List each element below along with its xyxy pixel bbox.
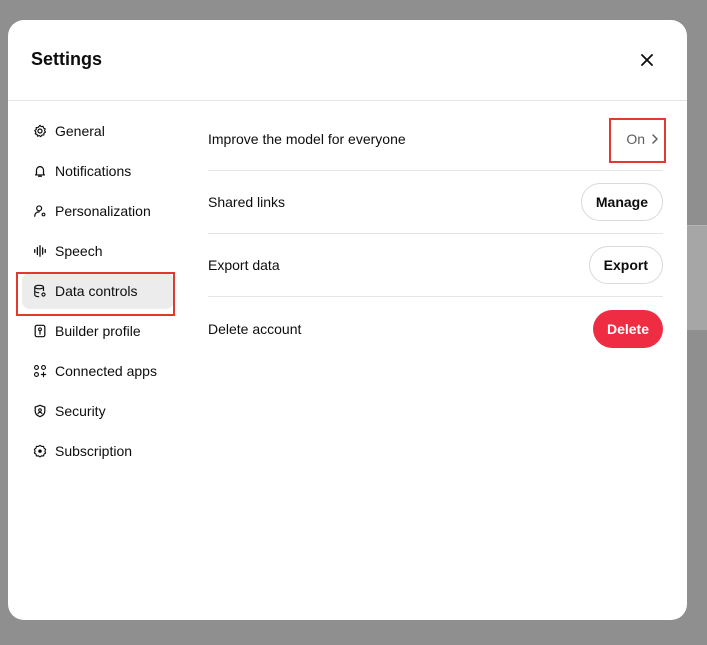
sidebar-item-data-controls[interactable]: Data controls — [22, 273, 174, 309]
apps-grid-icon — [32, 363, 48, 379]
close-button[interactable] — [634, 50, 660, 70]
sidebar-item-label: Connected apps — [55, 363, 157, 379]
sidebar-item-label: Data controls — [55, 283, 138, 299]
sidebar-item-label: Personalization — [55, 203, 151, 219]
improve-model-label: Improve the model for everyone — [208, 131, 406, 147]
close-icon — [641, 54, 653, 66]
sidebar-item-connected-apps[interactable]: Connected apps — [22, 353, 174, 389]
sidebar-item-label: Speech — [55, 243, 103, 259]
shield-icon — [32, 403, 48, 419]
data-controls-panel: Improve the model for everyone On Shared… — [208, 108, 663, 360]
id-card-icon — [32, 323, 48, 339]
sidebar-item-security[interactable]: Security — [22, 393, 174, 429]
export-data-label: Export data — [208, 257, 280, 273]
database-gear-icon — [32, 283, 48, 299]
improve-model-value: On — [626, 131, 645, 147]
waveform-icon — [32, 243, 48, 259]
sidebar-item-builder-profile[interactable]: Builder profile — [22, 313, 174, 349]
sidebar-item-label: Notifications — [55, 163, 132, 179]
export-button[interactable]: Export — [588, 246, 663, 284]
setting-row-improve-model: Improve the model for everyone On — [208, 108, 663, 171]
sidebar-item-personalization[interactable]: Personalization — [22, 193, 174, 229]
person-icon — [32, 203, 48, 219]
improve-model-toggle[interactable]: On — [626, 131, 663, 147]
sidebar-item-speech[interactable]: Speech — [22, 233, 174, 269]
sidebar-item-label: Subscription — [55, 443, 133, 459]
chevron-right-icon — [652, 134, 658, 144]
sidebar-item-label: Builder profile — [55, 323, 141, 339]
dialog-header: Settings — [8, 20, 687, 101]
badge-icon — [32, 443, 48, 459]
setting-row-export-data: Export data Export — [208, 234, 663, 297]
sidebar-item-label: Security — [55, 403, 106, 419]
setting-row-delete-account: Delete account Delete — [208, 297, 663, 360]
settings-dialog: Settings General Notifications Personali… — [8, 20, 687, 620]
delete-account-button[interactable]: Delete — [592, 309, 663, 348]
gear-icon — [32, 123, 48, 139]
delete-account-label: Delete account — [208, 320, 302, 337]
sidebar-item-subscription[interactable]: Subscription — [22, 433, 174, 469]
shared-links-label: Shared links — [208, 194, 286, 210]
sidebar-item-notifications[interactable]: Notifications — [22, 153, 174, 189]
sidebar-item-label: General — [55, 123, 105, 139]
sidebar-item-general[interactable]: General — [22, 113, 174, 149]
bell-icon — [32, 163, 48, 179]
manage-button[interactable]: Manage — [580, 183, 663, 221]
setting-row-shared-links: Shared links Manage — [208, 171, 663, 234]
settings-sidebar: General Notifications Personalization Sp… — [22, 113, 174, 473]
dialog-title: Settings — [31, 49, 103, 69]
